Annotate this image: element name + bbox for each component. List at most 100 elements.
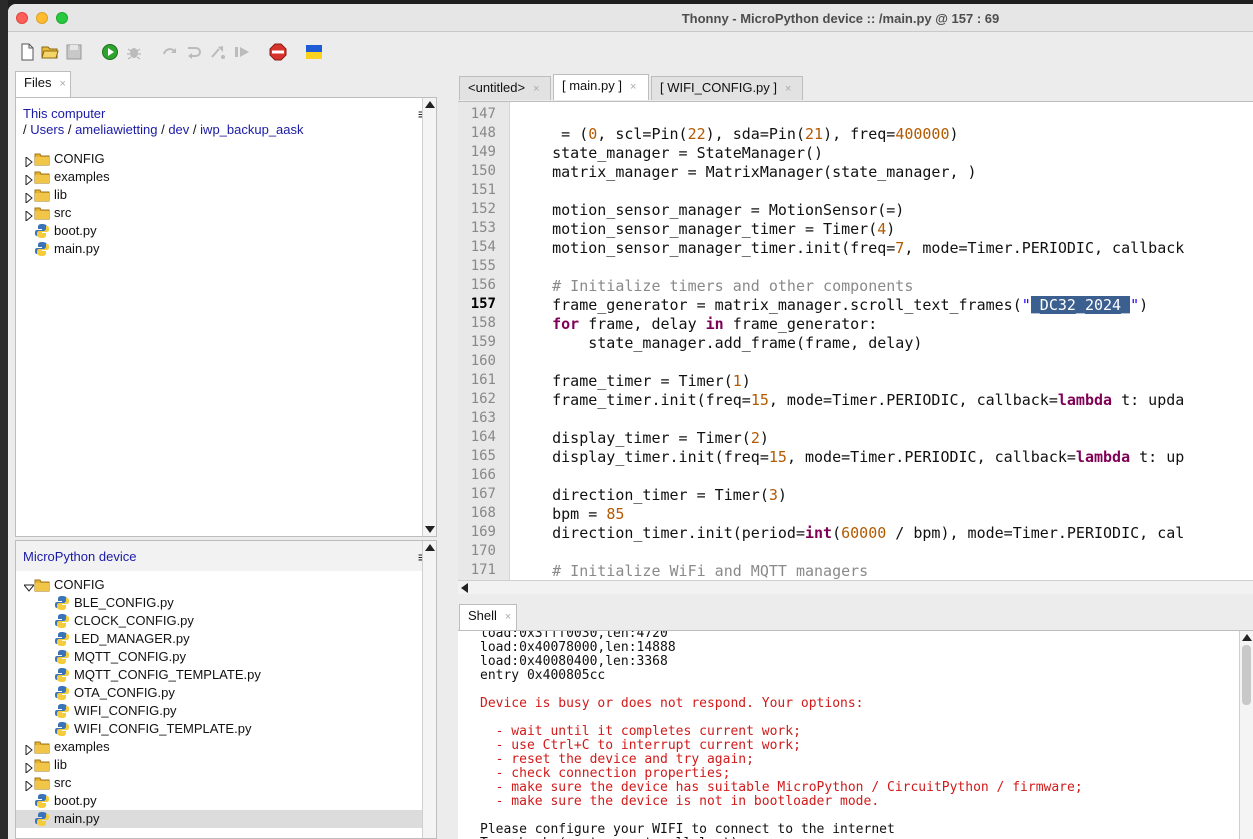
save-icon[interactable] — [65, 43, 83, 61]
file-row[interactable]: OTA_CONFIG.py — [16, 684, 436, 702]
expand-arrow-icon[interactable] — [24, 742, 34, 757]
tab-label: [ main.py ] — [562, 78, 622, 93]
folder-row[interactable]: examples — [16, 738, 436, 757]
step-over-icon[interactable] — [161, 43, 179, 61]
close-tab-icon[interactable]: × — [630, 81, 636, 93]
resume-icon[interactable] — [233, 43, 251, 61]
line-number: 166 — [470, 467, 496, 483]
shell-error-line: - use Ctrl+C to interrupt current work; — [480, 738, 801, 753]
code-line[interactable]: motion_sensor_manager = MotionSensor(=) — [516, 201, 904, 219]
device-header: MicroPython device ≡ — [16, 541, 436, 571]
code-line[interactable]: frame_generator = matrix_manager.scroll_… — [516, 296, 1148, 314]
close-tab-icon[interactable]: × — [785, 83, 791, 95]
close-tab-icon[interactable]: × — [59, 78, 65, 90]
line-number: 147 — [470, 106, 496, 122]
expand-arrow-icon[interactable] — [24, 172, 34, 187]
close-tab-icon[interactable]: × — [533, 83, 539, 95]
code-line[interactable]: display_timer.init(freq=15, mode=Timer.P… — [516, 448, 1184, 466]
folder-row[interactable]: CONFIG — [16, 150, 436, 169]
breadcrumb-dev[interactable]: dev — [168, 122, 189, 137]
folder-row[interactable]: examples — [16, 168, 436, 187]
file-row[interactable]: WIFI_CONFIG_TEMPLATE.py — [16, 720, 436, 738]
step-out-icon[interactable] — [209, 43, 227, 61]
code-line[interactable]: bpm = 85 — [516, 505, 624, 523]
line-number: 155 — [470, 258, 496, 274]
selected-text: _DC32_2024_ — [1030, 296, 1131, 314]
file-row[interactable]: boot.py — [16, 222, 436, 240]
tab-shell[interactable]: Shell × — [459, 604, 517, 630]
item-label: MQTT_CONFIG.py — [74, 649, 186, 664]
expand-arrow-icon[interactable] — [24, 760, 34, 775]
line-number: 159 — [470, 334, 496, 350]
code-editor[interactable]: 147 148 149 150 151 152 153 154 155 156 157 158 159 1… — [458, 101, 1253, 580]
breadcrumb-project[interactable]: iwp_backup_aask — [200, 122, 303, 137]
file-row[interactable]: main.py — [16, 810, 436, 828]
code-line[interactable]: # Initialize timers and other components — [516, 277, 913, 295]
tab-wifi-config[interactable]: [ WIFI_CONFIG.py ] × — [651, 76, 803, 100]
folder-row[interactable]: lib — [16, 186, 436, 205]
folder-icon — [34, 151, 50, 167]
file-row[interactable]: CLOCK_CONFIG.py — [16, 612, 436, 630]
code-line[interactable]: state_manager = StateManager() — [516, 144, 823, 162]
line-number: 151 — [470, 182, 496, 198]
code-line[interactable]: = (0, scl=Pin(22), sda=Pin(21), freq=400… — [516, 125, 958, 143]
code-line[interactable]: matrix_manager = MatrixManager(state_man… — [516, 163, 976, 181]
line-number: 160 — [470, 353, 496, 369]
expand-arrow-icon[interactable] — [24, 208, 34, 223]
stop-icon[interactable] — [269, 43, 287, 61]
file-row[interactable]: BLE_CONFIG.py — [16, 594, 436, 612]
code-line[interactable]: motion_sensor_manager_timer.init(freq=7,… — [516, 239, 1184, 257]
folder-row[interactable]: lib — [16, 756, 436, 775]
tab-main-py[interactable]: [ main.py ] × — [553, 74, 649, 100]
close-tab-icon[interactable]: × — [505, 611, 511, 623]
code-line[interactable]: state_manager.add_frame(frame, delay) — [516, 334, 922, 352]
code-line[interactable]: direction_timer = Timer(3) — [516, 486, 787, 504]
breadcrumb: / Users / ameliawietting / dev / iwp_bac… — [23, 122, 304, 137]
new-file-icon[interactable] — [18, 43, 36, 61]
step-into-icon[interactable] — [185, 43, 203, 61]
tab-untitled[interactable]: <untitled> × — [459, 76, 551, 100]
code-line[interactable]: motion_sensor_manager_timer = Timer(4) — [516, 220, 895, 238]
shell-line: load:0x40078000,len:14888 — [480, 640, 676, 655]
folder-row[interactable]: CONFIG — [16, 576, 436, 594]
expand-arrow-icon[interactable] — [24, 778, 34, 793]
code-line[interactable]: frame_timer = Timer(1) — [516, 372, 751, 390]
shell-vscroll[interactable] — [1239, 631, 1253, 839]
folder-row[interactable]: src — [16, 774, 436, 793]
code-line[interactable]: # Initialize WiFi and MQTT managers — [516, 562, 868, 580]
ukraine-flag-icon[interactable] — [305, 43, 323, 61]
file-row[interactable]: LED_MANAGER.py — [16, 630, 436, 648]
line-number: 152 — [470, 201, 496, 217]
file-row[interactable]: MQTT_CONFIG.py — [16, 648, 436, 666]
this-computer-title[interactable]: This computer — [23, 106, 105, 121]
file-row[interactable]: WIFI_CONFIG.py — [16, 702, 436, 720]
breadcrumb-user[interactable]: ameliawietting — [75, 122, 157, 137]
file-row[interactable]: boot.py — [16, 792, 436, 810]
folder-row[interactable]: src — [16, 204, 436, 223]
expand-arrow-icon[interactable] — [24, 190, 34, 205]
debug-icon[interactable] — [125, 43, 143, 61]
path-separator: / — [67, 122, 72, 137]
code-line[interactable]: for frame, delay in frame_generator: — [516, 315, 877, 333]
open-file-icon[interactable] — [41, 43, 59, 61]
code-line[interactable]: display_timer = Timer(2) — [516, 429, 769, 447]
file-row[interactable]: MQTT_CONFIG_TEMPLATE.py — [16, 666, 436, 684]
device-file-tree: CONFIG BLE_CONFIG.py CLOCK_CONFIG.py LED_MA… — [16, 576, 436, 828]
run-icon[interactable] — [101, 43, 119, 61]
device-vscroll[interactable] — [422, 541, 436, 838]
file-row[interactable]: main.py — [16, 240, 436, 258]
line-number: 150 — [470, 163, 496, 179]
shell-tab-label: Shell — [468, 608, 497, 623]
expand-arrow-icon[interactable] — [24, 154, 34, 169]
code-line[interactable]: frame_timer.init(freq=15, mode=Timer.PER… — [516, 391, 1184, 409]
code-line[interactable]: direction_timer.init(period=int(60000 / … — [516, 524, 1184, 542]
item-label: boot.py — [54, 793, 97, 808]
breadcrumb-users[interactable]: Users — [30, 122, 64, 137]
collapse-arrow-icon[interactable] — [22, 580, 36, 592]
shell-panel[interactable]: load:0x3fff0030,len:4720 load:0x40078000,… — [458, 630, 1253, 839]
editor-hscroll[interactable] — [458, 580, 1253, 594]
device-title[interactable]: MicroPython device — [23, 549, 136, 564]
tab-files[interactable]: Files × — [15, 71, 71, 97]
item-label: src — [54, 775, 72, 790]
computer-vscroll[interactable] — [422, 98, 436, 536]
